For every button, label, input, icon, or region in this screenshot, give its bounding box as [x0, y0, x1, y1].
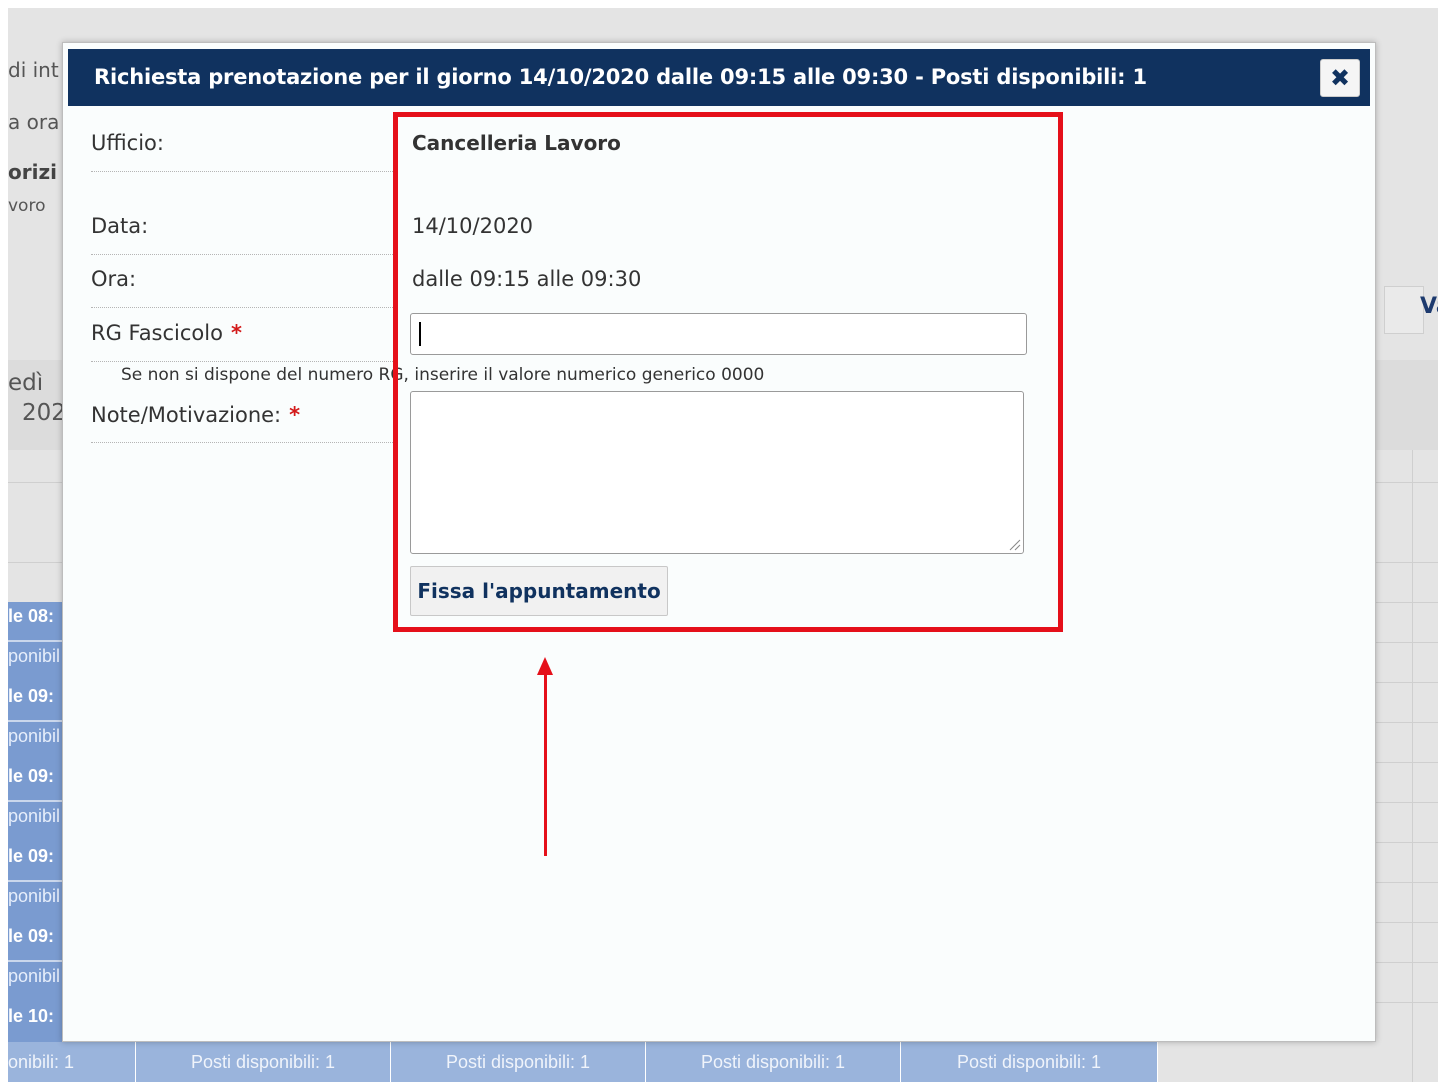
bg-fragment: voro — [8, 196, 46, 216]
rg-fascicolo-label-text: RG Fascicolo — [91, 321, 223, 345]
bg-fragment: orizi — [8, 160, 57, 184]
calendar-slot[interactable]: le 09: ponibil — [8, 682, 62, 762]
slot-time: le 08: — [8, 606, 55, 626]
time-label: Ora: — [91, 267, 137, 291]
bg-fragment: edì — [8, 370, 44, 396]
calendar-slot[interactable]: le 09: ponibil — [8, 762, 62, 842]
bg-button[interactable] — [1384, 286, 1424, 334]
calendar-slot[interactable]: le 09: ponibil — [8, 842, 62, 922]
office-value: Cancelleria Lavoro — [412, 131, 621, 155]
slot-availability: ponibil — [8, 806, 61, 826]
slot-time: le 10: — [8, 1006, 55, 1026]
resize-handle-icon[interactable] — [1007, 537, 1021, 551]
availability-cell[interactable]: Posti disponibili: 1 — [646, 1042, 901, 1082]
book-appointment-button[interactable]: Fissa l'appuntamento — [410, 566, 668, 616]
calendar-slot[interactable]: le 08: ponibil — [8, 602, 62, 682]
bg-fragment: di int — [8, 58, 59, 82]
availability-cell[interactable]: Posti disponibili: 1 — [391, 1042, 646, 1082]
date-value: 14/10/2020 — [412, 214, 534, 238]
slot-time: le 09: — [8, 686, 55, 706]
text-caret — [419, 322, 421, 346]
availability-cell[interactable]: Posti disponibili: 1 — [136, 1042, 391, 1082]
slot-availability: ponibil — [8, 726, 61, 746]
close-button[interactable]: ✖ — [1320, 59, 1360, 97]
slot-time: le 09: — [8, 766, 55, 786]
availability-cell[interactable]: onibili: 1 — [8, 1042, 136, 1082]
booking-request-dialog: Richiesta prenotazione per il giorno 14/… — [62, 42, 1376, 1042]
bottom-availability-row: onibili: 1 Posti disponibili: 1 Posti di… — [8, 1042, 1158, 1082]
required-asterisk: * — [230, 321, 242, 345]
rg-hint-text: Se non si dispone del numero RG, inserir… — [121, 365, 765, 385]
bg-fragment: 202 — [22, 400, 66, 426]
calendar-slot[interactable]: le 09: ponibil — [8, 922, 62, 1002]
dialog-title: Richiesta prenotazione per il giorno 14/… — [94, 65, 1147, 89]
slot-time: le 09: — [8, 926, 55, 946]
note-label-text: Note/Motivazione: — [91, 403, 282, 427]
note-textarea[interactable] — [410, 391, 1024, 554]
required-asterisk: * — [289, 403, 301, 427]
slot-availability: ponibil — [8, 966, 61, 986]
slot-time: le 09: — [8, 846, 55, 866]
bg-button-label: Va — [1420, 294, 1438, 319]
annotation-arrow — [544, 672, 547, 856]
time-value: dalle 09:15 alle 09:30 — [412, 267, 642, 291]
note-label: Note/Motivazione: * — [91, 403, 300, 427]
calendar-slot[interactable]: le 10: — [8, 1002, 62, 1042]
rg-fascicolo-label: RG Fascicolo * — [91, 321, 242, 345]
close-icon: ✖ — [1329, 64, 1351, 92]
bg-fragment: a ora — [8, 110, 60, 134]
slot-availability: ponibil — [8, 886, 61, 906]
dialog-header: Richiesta prenotazione per il giorno 14/… — [68, 49, 1370, 106]
office-label: Ufficio: — [91, 131, 164, 155]
availability-cell[interactable]: Posti disponibili: 1 — [901, 1042, 1158, 1082]
slot-availability: ponibil — [8, 646, 61, 666]
rg-fascicolo-input[interactable] — [410, 313, 1027, 355]
date-label: Data: — [91, 214, 149, 238]
